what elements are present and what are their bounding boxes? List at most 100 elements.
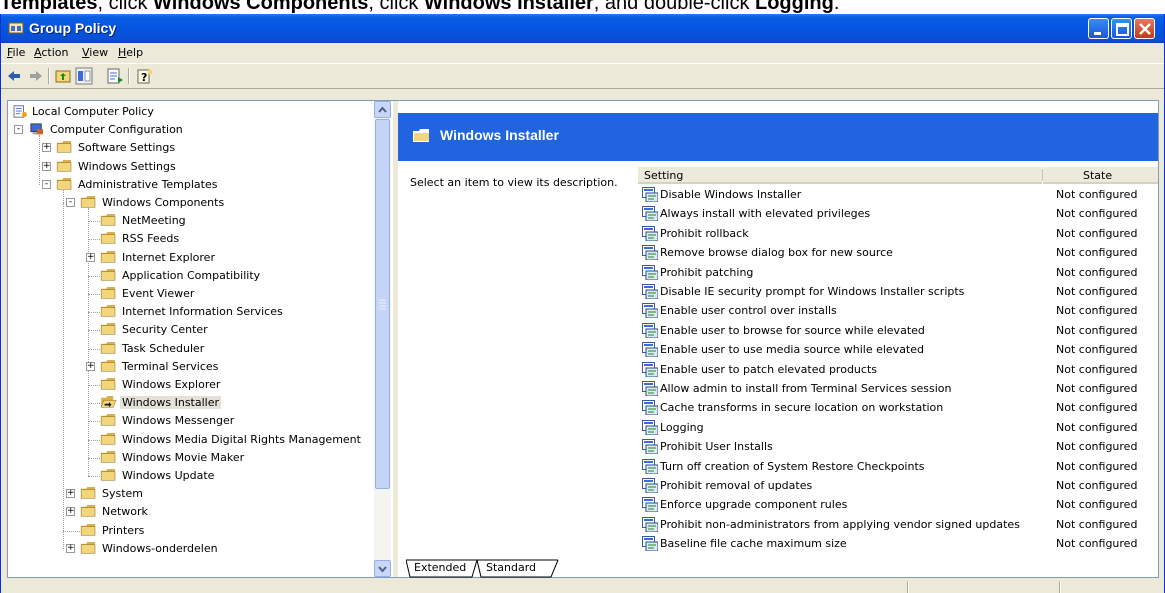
help-icon[interactable]: ?: [136, 67, 154, 85]
column-header-state[interactable]: State: [1043, 167, 1158, 184]
policy-setting-icon: [642, 303, 658, 319]
expand-icon[interactable]: +: [86, 361, 95, 371]
setting-state: Not configured: [1056, 226, 1138, 240]
show-hide-tree-icon[interactable]: [75, 67, 93, 85]
tree-item-label: Windows-onderdelen: [102, 541, 218, 555]
tab-standard[interactable]: Standard: [486, 561, 536, 574]
folder-icon: [100, 287, 116, 299]
up-folder-icon[interactable]: [54, 67, 72, 85]
setting-row-enable-user-control-over-installs[interactable]: Enable user control over installs Not con…: [642, 301, 1152, 320]
tree-item-terminal-services[interactable]: + Terminal Services: [8, 358, 374, 376]
export-list-icon[interactable]: [106, 67, 124, 85]
setting-row-disable-ie-security-prompt-for-windows-installer-scripts[interactable]: Disable IE security prompt for Windows I…: [642, 282, 1152, 301]
expand-icon[interactable]: +: [66, 507, 75, 517]
tree-item-application-compatibility[interactable]: Application Compatibility: [8, 267, 374, 285]
policy-setting-icon: [642, 322, 658, 338]
menu-file[interactable]: File: [7, 46, 25, 59]
tree-item-internet-information-services[interactable]: Internet Information Services: [8, 303, 374, 321]
setting-row-enable-user-to-browse-for-source-while-elevated[interactable]: Enable user to browse for source while e…: [642, 321, 1152, 340]
expand-icon[interactable]: +: [66, 543, 75, 553]
tab-extended[interactable]: Extended: [414, 561, 466, 574]
setting-row-prohibit-user-installs[interactable]: Prohibit User Installs Not configured: [642, 437, 1152, 456]
tree-item-windows-explorer[interactable]: Windows Explorer: [8, 376, 374, 394]
tree-item-printers[interactable]: Printers: [8, 522, 374, 540]
setting-name: Logging: [660, 420, 704, 434]
setting-row-always-install-with-elevated-privileges[interactable]: Always install with elevated privileges N…: [642, 204, 1152, 223]
tree-item-security-center[interactable]: Security Center: [8, 321, 374, 339]
folder-icon: [100, 232, 116, 244]
tree-item-task-scheduler[interactable]: Task Scheduler: [8, 340, 374, 358]
folder-icon: [413, 129, 429, 142]
setting-row-cache-transforms-in-secure-location-on-workstation[interactable]: Cache transforms in secure location on w…: [642, 398, 1152, 417]
setting-row-prohibit-non-administrators-from-applying-vendor-signed-updates[interactable]: Prohibit non-administrators from applyin…: [642, 515, 1152, 534]
tree-item-administrative-templates[interactable]: - Administrative Templates: [8, 176, 374, 194]
column-header-setting[interactable]: Setting: [638, 167, 1042, 184]
scroll-down-button[interactable]: [374, 560, 391, 577]
policy-setting-icon: [642, 284, 658, 299]
tree-item-windows-onderdelen[interactable]: + Windows-onderdelen: [8, 540, 374, 558]
expand-icon[interactable]: +: [42, 161, 51, 171]
setting-state: Not configured: [1056, 265, 1138, 279]
setting-row-prohibit-patching[interactable]: Prohibit patching Not configured: [642, 263, 1152, 282]
tree-pane[interactable]: Local Computer Policy - Computer Configura…: [8, 101, 396, 577]
expand-icon[interactable]: +: [66, 489, 75, 499]
tree-vertical-scrollbar[interactable]: [374, 101, 391, 577]
tree-item-label: Windows Movie Maker: [122, 450, 245, 464]
instruction-text: Templates, click Windows Components, cli…: [0, 0, 840, 14]
collapse-icon[interactable]: -: [66, 198, 75, 207]
tree-item-windows-movie-maker[interactable]: Windows Movie Maker: [8, 449, 374, 467]
folder-icon: [100, 341, 116, 354]
setting-row-enable-user-to-use-media-source-while-elevated[interactable]: Enable user to use media source while el…: [642, 340, 1152, 359]
policy-setting-icon: [642, 187, 658, 202]
tree-item-netmeeting[interactable]: NetMeeting: [8, 212, 374, 230]
setting-row-logging[interactable]: Logging Not configured: [642, 418, 1152, 437]
collapse-icon[interactable]: -: [42, 179, 51, 189]
tree-item-windows-settings[interactable]: + Windows Settings: [8, 158, 374, 176]
tree-item-rss-feeds[interactable]: RSS Feeds: [8, 230, 374, 248]
setting-state: Not configured: [1056, 323, 1138, 337]
tree-item-windows-update[interactable]: Windows Update: [8, 467, 374, 485]
tree-item-software-settings[interactable]: + Software Settings: [8, 139, 374, 157]
setting-row-enable-user-to-patch-elevated-products[interactable]: Enable user to patch elevated products No…: [642, 360, 1152, 379]
collapse-icon[interactable]: -: [14, 125, 23, 135]
tree-item-network[interactable]: + Network: [8, 503, 374, 521]
maximize-button[interactable]: [1111, 18, 1132, 39]
setting-row-disable-windows-installer[interactable]: Disable Windows Installer Not configured: [642, 185, 1152, 204]
title-bar[interactable]: Group Policy: [1, 14, 1164, 43]
scroll-up-button[interactable]: [374, 101, 391, 118]
svg-text:?: ?: [141, 71, 147, 84]
tree-item-label: Administrative Templates: [78, 177, 218, 191]
menu-help[interactable]: Help: [118, 46, 143, 59]
tree-item-windows-messenger[interactable]: Windows Messenger: [8, 412, 374, 430]
tree-item-event-viewer[interactable]: Event Viewer: [8, 285, 374, 303]
scroll-thumb[interactable]: [375, 119, 390, 489]
setting-row-enforce-upgrade-component-rules[interactable]: Enforce upgrade component rules Not confi…: [642, 495, 1152, 514]
minimize-button[interactable]: [1088, 18, 1109, 39]
folder-icon: [80, 196, 96, 208]
tree-item-windows-installer[interactable]: Windows Installer: [8, 394, 374, 412]
tree-item-internet-explorer[interactable]: + Internet Explorer: [8, 249, 374, 267]
setting-row-prohibit-removal-of-updates[interactable]: Prohibit removal of updates Not configure…: [642, 476, 1152, 495]
setting-row-baseline-file-cache-maximum-size[interactable]: Baseline file cache maximum size Not conf…: [642, 534, 1152, 553]
tree-item-windows-components[interactable]: - Windows Components: [8, 194, 374, 212]
status-bar: [1, 580, 1164, 593]
setting-row-remove-browse-dialog-box-for-new-source[interactable]: Remove browse dialog box for new source N…: [642, 243, 1152, 262]
expand-icon[interactable]: +: [42, 143, 51, 153]
setting-name: Enable user control over installs: [660, 304, 837, 318]
menu-view[interactable]: View: [82, 46, 108, 59]
tree-item-label: Windows Explorer: [122, 378, 221, 391]
tree-item-system[interactable]: + System: [8, 485, 374, 503]
maximize-icon: [1116, 23, 1129, 36]
tree-item-windows-media-digital-rights-management[interactable]: Windows Media Digital Rights Management: [8, 431, 374, 449]
setting-row-turn-off-creation-of-system-restore-checkpoints[interactable]: Turn off creation of System Restore Chec…: [642, 457, 1152, 476]
expand-icon[interactable]: +: [86, 252, 95, 262]
close-button[interactable]: [1134, 18, 1155, 39]
back-icon[interactable]: [5, 67, 23, 85]
tree-item-local-computer-policy[interactable]: Local Computer Policy: [8, 103, 374, 121]
forward-icon[interactable]: [27, 67, 45, 85]
tree-item-computer-configuration[interactable]: - Computer Configuration: [8, 121, 374, 139]
setting-row-prohibit-rollback[interactable]: Prohibit rollback Not configured: [642, 224, 1152, 243]
setting-row-allow-admin-to-install-from-terminal-services-session[interactable]: Allow admin to install from Terminal Ser…: [642, 379, 1152, 398]
menu-action[interactable]: Action: [34, 46, 68, 59]
setting-state: Not configured: [1056, 246, 1138, 260]
